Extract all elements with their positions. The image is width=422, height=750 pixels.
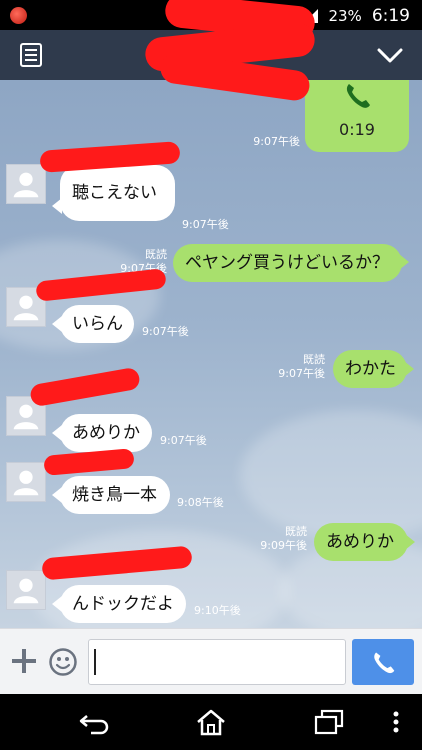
call-bubble[interactable]: 0:19 [305, 80, 409, 152]
recent-apps-icon[interactable] [312, 708, 346, 736]
message-text: 焼き鳥一本 [72, 485, 157, 505]
battery-percent: 23% [328, 7, 362, 25]
app-notification-icon [10, 7, 27, 24]
phone-icon [346, 84, 370, 108]
phone-icon [374, 652, 395, 674]
message-text: 聴こえない [72, 183, 157, 203]
back-icon[interactable] [77, 708, 111, 736]
text-caret [94, 649, 96, 675]
message-bubble[interactable]: んドックだよ [60, 585, 186, 623]
message-timestamp: 9:07午後 [142, 325, 189, 338]
call-button[interactable] [352, 639, 414, 685]
message-bubble[interactable]: いらん [60, 305, 134, 343]
call-duration: 0:19 [339, 120, 375, 139]
plus-icon[interactable] [10, 647, 38, 675]
redaction-mark [28, 366, 142, 408]
avatar[interactable] [6, 462, 46, 502]
message-text: あめりか [326, 532, 394, 552]
message-text: いらん [72, 314, 123, 334]
read-receipt: 既読 9:09午後 [260, 525, 307, 552]
message-timestamp: 9:07午後 [160, 434, 207, 447]
clock: 6:19 [371, 6, 410, 26]
message-timestamp: 9:07午後 [253, 135, 300, 148]
message-bubble[interactable]: あめりか [60, 414, 152, 452]
menu-icon[interactable] [20, 43, 42, 67]
message-text: あめりか [72, 423, 140, 443]
more-icon[interactable] [386, 708, 406, 736]
chevron-down-icon[interactable] [376, 43, 404, 67]
home-icon[interactable] [194, 708, 228, 736]
message-input[interactable] [88, 639, 346, 685]
message-bubble[interactable]: わかた [333, 350, 407, 388]
message-text: わかた [345, 359, 396, 379]
message-text: ペヤング買うけどいるか？ [185, 253, 389, 273]
avatar[interactable] [6, 570, 46, 610]
navigation-bar [0, 694, 422, 750]
chat-area[interactable]: 0:19 9:07午後 聴こえない 9:07午後 既読 9:07午後 ペヤング買… [0, 80, 422, 628]
message-input-bar [0, 628, 422, 694]
avatar[interactable] [6, 164, 46, 204]
message-bubble[interactable]: 焼き鳥一本 [60, 476, 170, 514]
message-timestamp: 9:08午後 [177, 496, 224, 509]
message-bubble[interactable]: 聴こえない [60, 165, 175, 221]
message-text: んドックだよ [72, 594, 174, 614]
message-timestamp: 9:10午後 [194, 604, 241, 617]
message-timestamp: 9:07午後 [182, 218, 229, 231]
emoji-icon[interactable] [48, 647, 78, 677]
message-bubble[interactable]: あめりか [314, 523, 408, 561]
read-receipt: 既読 9:07午後 [278, 353, 325, 380]
message-bubble[interactable]: ペヤング買うけどいるか？ [173, 244, 402, 282]
redaction-mark [43, 448, 135, 476]
